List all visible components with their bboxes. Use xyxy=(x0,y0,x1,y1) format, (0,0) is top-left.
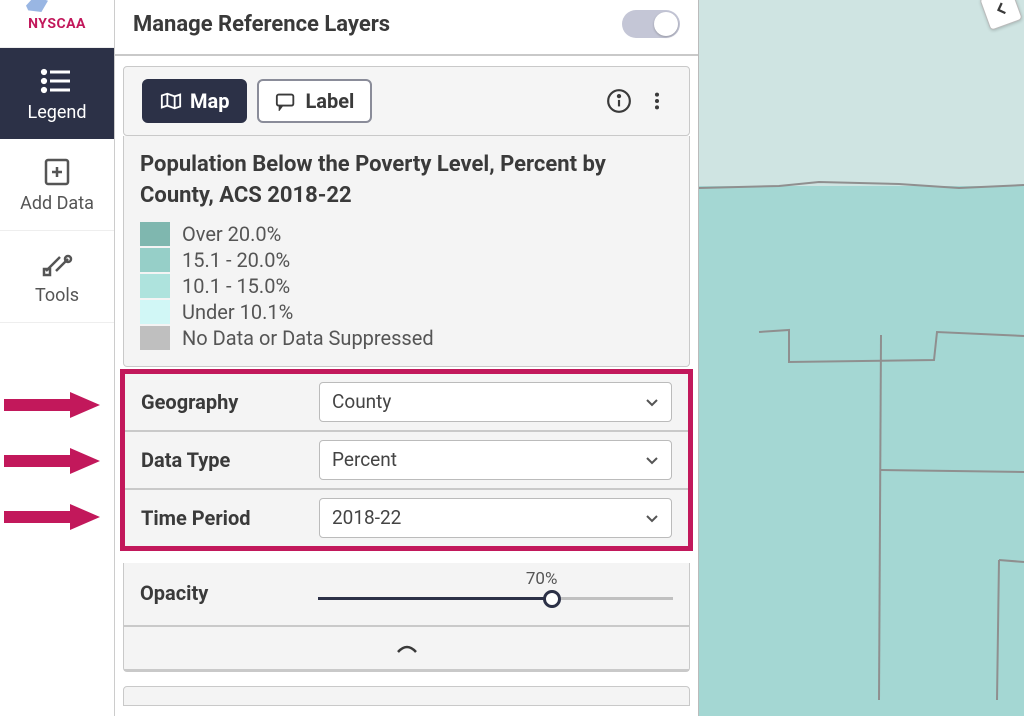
chevron-left-icon xyxy=(989,0,1012,21)
legend-row: Under 10.1% xyxy=(140,300,673,324)
sidebar-item-label: Add Data xyxy=(20,193,94,214)
chevron-down-icon xyxy=(645,511,659,525)
tab-label-label: Label xyxy=(305,89,354,113)
next-layer-card-peek xyxy=(123,686,690,706)
chevron-down-icon xyxy=(645,395,659,409)
select-geography[interactable]: County xyxy=(319,382,672,422)
panel-header: Manage Reference Layers xyxy=(115,0,698,56)
filter-row-geography: Geography County xyxy=(125,374,688,432)
filter-label: Data Type xyxy=(141,448,305,472)
tab-map[interactable]: Map xyxy=(142,79,247,123)
collapse-row[interactable] xyxy=(124,627,689,671)
sidebar-item-add-data[interactable]: Add Data xyxy=(0,139,114,231)
select-timeperiod[interactable]: 2018-22 xyxy=(319,498,672,538)
slider-thumb[interactable] xyxy=(543,590,561,608)
filter-row-datatype: Data Type Percent xyxy=(125,432,688,490)
legend-swatch xyxy=(140,300,170,324)
filter-row-timeperiod: Time Period 2018-22 xyxy=(125,490,688,546)
file-plus-icon xyxy=(38,157,76,187)
legend-label: No Data or Data Suppressed xyxy=(182,326,434,350)
legend-row: 10.1 - 15.0% xyxy=(140,274,673,298)
sidebar: NYSCAA Legend Add Data xyxy=(0,0,115,716)
annotation-arrow-geography xyxy=(4,390,100,420)
legend-swatch xyxy=(140,274,170,298)
annotation-arrow-datatype xyxy=(4,446,100,476)
map-canvas[interactable] xyxy=(699,0,1024,716)
slider-fill xyxy=(318,597,552,600)
select-value: County xyxy=(332,390,391,413)
sidebar-item-tools[interactable]: Tools xyxy=(0,231,114,323)
legend-label: Over 20.0% xyxy=(182,222,281,246)
chevron-up-icon xyxy=(392,640,422,656)
logo: NYSCAA xyxy=(0,0,114,48)
panel-title: Manage Reference Layers xyxy=(133,12,390,37)
legend-swatch xyxy=(140,326,170,350)
select-value: 2018-22 xyxy=(332,506,401,529)
sidebar-item-label: Tools xyxy=(35,285,79,306)
legend-row: 15.1 - 20.0% xyxy=(140,248,673,272)
slider-value: 70% xyxy=(526,569,558,589)
kebab-menu-icon[interactable] xyxy=(643,87,671,115)
legend-swatch xyxy=(140,222,170,246)
opacity-block: Opacity 70% xyxy=(123,563,690,672)
legend-row: Over 20.0% xyxy=(140,222,673,246)
legend-label: 10.1 - 15.0% xyxy=(182,274,290,298)
tab-map-label: Map xyxy=(190,89,229,113)
legend-swatch xyxy=(140,248,170,272)
select-datatype[interactable]: Percent xyxy=(319,440,672,480)
logo-text: NYSCAA xyxy=(28,16,86,32)
toggle-reference-layers[interactable] xyxy=(622,10,680,38)
filter-label: Geography xyxy=(141,390,305,414)
tab-label[interactable]: Label xyxy=(257,79,372,123)
legend-label: 15.1 - 20.0% xyxy=(182,248,290,272)
layer-title: Population Below the Poverty Level, Perc… xyxy=(140,150,673,212)
annotation-arrow-timeperiod xyxy=(4,502,100,532)
list-icon xyxy=(38,66,76,96)
toggle-knob xyxy=(654,12,678,36)
tab-row: Map Label xyxy=(123,66,690,136)
sidebar-item-label: Legend xyxy=(28,102,87,123)
layer-card: Population Below the Poverty Level, Perc… xyxy=(123,136,690,367)
opacity-row: Opacity 70% xyxy=(124,563,689,627)
chevron-down-icon xyxy=(645,453,659,467)
filter-label: Time Period xyxy=(141,506,305,530)
reference-layers-panel: Manage Reference Layers Map Label xyxy=(115,0,699,716)
select-value: Percent xyxy=(332,448,397,471)
map-borders xyxy=(699,0,1024,716)
filter-group: Geography County Data Type Percent Time … xyxy=(120,369,693,551)
legend-row: No Data or Data Suppressed xyxy=(140,326,673,350)
legend-label: Under 10.1% xyxy=(182,300,293,324)
sidebar-item-legend[interactable]: Legend xyxy=(0,48,114,139)
opacity-label: Opacity xyxy=(140,581,304,605)
layer-legend: Over 20.0%15.1 - 20.0%10.1 - 15.0%Under … xyxy=(140,222,673,350)
info-icon[interactable] xyxy=(605,87,633,115)
slider-opacity[interactable]: 70% xyxy=(318,573,673,613)
tools-icon xyxy=(38,249,76,279)
